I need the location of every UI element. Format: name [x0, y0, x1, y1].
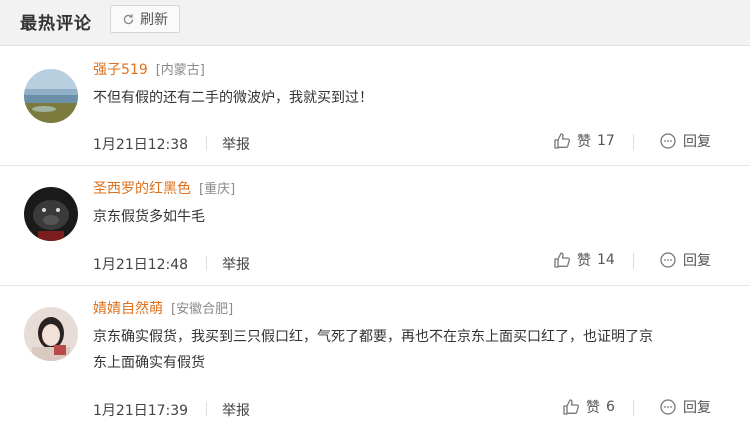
- divider: [206, 136, 207, 150]
- divider: [633, 253, 634, 269]
- user-line: 圣西罗的红黑色 [重庆]: [93, 178, 235, 198]
- avatar-pig-image: [24, 187, 78, 241]
- reply-label: 回复: [683, 253, 711, 269]
- avatar[interactable]: [24, 69, 78, 123]
- divider: [206, 402, 207, 416]
- avatar[interactable]: [24, 187, 78, 241]
- username-link[interactable]: 婧婧自然萌: [93, 301, 163, 317]
- comment-text: 不但有假的还有二手的微波炉，我就买到过！: [93, 85, 723, 111]
- report-link[interactable]: 举报: [222, 400, 250, 420]
- like-button[interactable]: 赞 14: [553, 250, 615, 270]
- like-label: 赞: [577, 134, 591, 150]
- reply-button[interactable]: 回复: [659, 131, 711, 151]
- divider: [633, 400, 634, 416]
- thumbs-up-icon: [563, 399, 580, 415]
- comment-text-line: 京东确实假货，我买到三只假口红，气死了都要，再也不在京东上面买口红了，也证明了京: [93, 329, 653, 345]
- comments-header: 最热评论 刷新: [0, 0, 750, 46]
- like-label: 赞: [586, 400, 600, 416]
- thumbs-up-icon: [554, 252, 571, 268]
- comment-bubble-icon: [660, 399, 676, 415]
- avatar[interactable]: [24, 307, 78, 361]
- comment-text: 京东确实假货，我买到三只假口红，气死了都要，再也不在京东上面买口红了，也证明了京…: [93, 324, 723, 376]
- reply-label: 回复: [683, 400, 711, 416]
- avatar-girl-image: [24, 307, 78, 361]
- comment-text-line: 不但有假的还有二手的微波炉，我就买到过！: [93, 90, 373, 106]
- reply-button[interactable]: 回复: [659, 397, 711, 417]
- user-location: [内蒙古]: [155, 63, 205, 78]
- like-button[interactable]: 赞 17: [553, 131, 615, 151]
- comment-item: 圣西罗的红黑色 [重庆] 京东假货多如牛毛 1月21日12:48 举报 赞 14 …: [0, 166, 750, 286]
- user-location: [重庆]: [199, 182, 236, 197]
- like-button[interactable]: 赞 6: [562, 397, 615, 417]
- divider: [633, 134, 634, 150]
- avatar-landscape-image: [24, 69, 78, 123]
- comment-time: 1月21日17:39: [93, 403, 189, 419]
- reply-label: 回复: [683, 134, 711, 150]
- refresh-label: 刷新: [140, 12, 168, 28]
- like-count: 14: [597, 252, 615, 268]
- user-location: [安徽合肥]: [171, 302, 234, 317]
- comment-time: 1月21日12:38: [93, 137, 189, 153]
- comment-item: 婧婧自然萌 [安徽合肥] 京东确实假货，我买到三只假口红，气死了都要，再也不在京东…: [0, 286, 750, 431]
- comment-time: 1月21日12:48: [93, 257, 189, 273]
- like-count: 6: [606, 399, 615, 415]
- comment-text-line: 东上面确实有假货: [93, 355, 205, 371]
- refresh-icon: [123, 13, 134, 24]
- user-line: 婧婧自然萌 [安徽合肥]: [93, 298, 233, 318]
- comment-bubble-icon: [660, 133, 676, 149]
- comment-text: 京东假货多如牛毛: [93, 204, 723, 230]
- refresh-button[interactable]: 刷新: [110, 5, 180, 33]
- section-title: 最热评论: [20, 14, 92, 34]
- divider: [206, 256, 207, 270]
- report-link[interactable]: 举报: [222, 134, 250, 154]
- report-link[interactable]: 举报: [222, 254, 250, 274]
- username-link[interactable]: 强子519: [93, 62, 148, 78]
- username-link[interactable]: 圣西罗的红黑色: [93, 181, 191, 197]
- comment-text-line: 京东假货多如牛毛: [93, 209, 205, 225]
- reply-button[interactable]: 回复: [659, 250, 711, 270]
- comment-bubble-icon: [660, 252, 676, 268]
- thumbs-up-icon: [554, 133, 571, 149]
- user-line: 强子519 [内蒙古]: [93, 59, 205, 79]
- like-count: 17: [597, 133, 615, 149]
- comment-item: 强子519 [内蒙古] 不但有假的还有二手的微波炉，我就买到过！ 1月21日12:…: [0, 46, 750, 166]
- like-label: 赞: [577, 253, 591, 269]
